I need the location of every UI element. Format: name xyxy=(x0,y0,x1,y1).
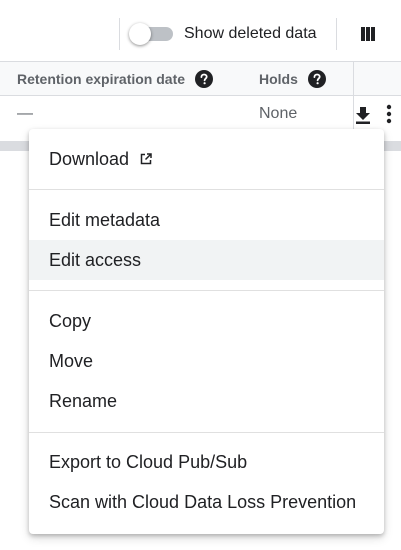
menu-item-rename-label: Rename xyxy=(49,391,118,411)
menu-item-edit-metadata[interactable]: Edit metadata xyxy=(29,200,384,240)
menu-item-edit-access-label: Edit access xyxy=(49,250,142,270)
menu-item-download-label: Download xyxy=(49,149,130,169)
download-icon[interactable] xyxy=(354,106,372,124)
retention-cell: — xyxy=(17,105,33,122)
help-icon[interactable] xyxy=(195,70,213,88)
toggle-thumb xyxy=(129,23,151,45)
menu-item-copy[interactable]: Copy xyxy=(29,301,384,341)
menu-item-rename[interactable]: Rename xyxy=(29,381,384,421)
show-deleted-label: Show deleted data xyxy=(184,25,317,42)
menu-item-export-pubsub[interactable]: Export to Cloud Pub/Sub xyxy=(29,442,384,482)
table-toolbar: Show deleted data xyxy=(0,0,401,62)
menu-separator xyxy=(29,189,384,190)
menu-item-edit-access[interactable]: Edit access xyxy=(29,240,384,280)
holds-cell: None xyxy=(259,105,298,122)
show-deleted-toggle[interactable] xyxy=(129,23,175,45)
columns-icon[interactable] xyxy=(360,26,376,42)
table-header-row: Retention expiration date Holds xyxy=(0,62,401,96)
menu-item-copy-label: Copy xyxy=(49,311,92,331)
menu-item-download-label-wrap: Download xyxy=(49,149,152,170)
menu-item-move-label: Move xyxy=(49,351,94,371)
menu-item-move[interactable]: Move xyxy=(29,341,384,381)
help-icon[interactable] xyxy=(308,70,326,88)
table-row: — None xyxy=(0,96,401,132)
object-actions-menu: Download Edit metadata Edit access Copy … xyxy=(29,129,384,534)
menu-item-scan-dlp[interactable]: Scan with Cloud Data Loss Prevention xyxy=(29,482,384,522)
toolbar-divider xyxy=(336,18,337,50)
toolbar-divider xyxy=(119,18,120,50)
column-header-retention[interactable]: Retention expiration date xyxy=(17,71,185,87)
open-in-new-icon xyxy=(140,153,152,165)
menu-item-download[interactable]: Download xyxy=(29,139,384,179)
column-header-holds[interactable]: Holds xyxy=(259,71,298,87)
menu-item-export-pubsub-label: Export to Cloud Pub/Sub xyxy=(49,452,248,472)
more-vert-icon[interactable] xyxy=(383,104,395,124)
menu-item-scan-dlp-label: Scan with Cloud Data Loss Prevention xyxy=(49,492,357,512)
menu-separator xyxy=(29,432,384,433)
menu-item-edit-metadata-label: Edit metadata xyxy=(49,210,161,230)
menu-separator xyxy=(29,290,384,291)
